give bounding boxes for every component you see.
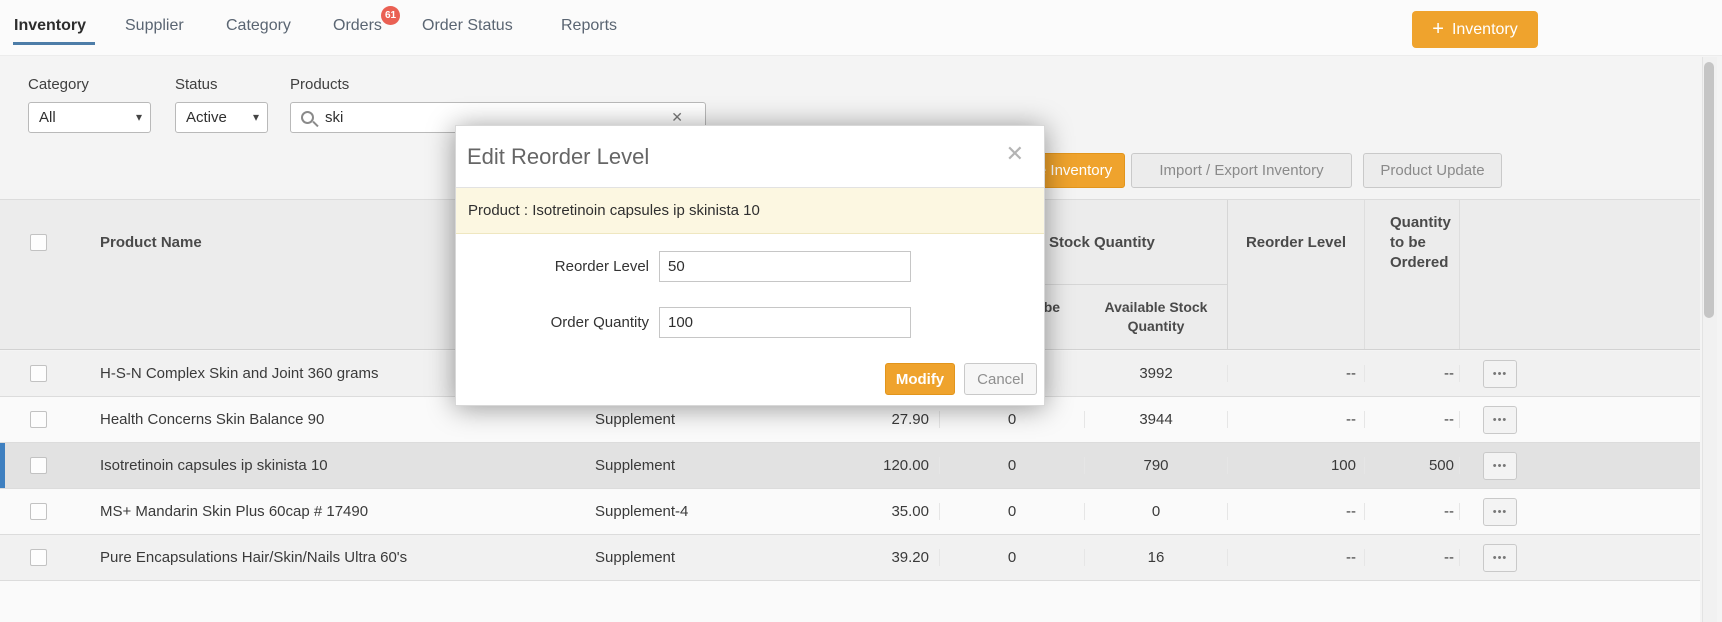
cell-reorder-level: -- [1228,365,1365,382]
cell-reorder-level: -- [1228,549,1365,566]
row-actions-button[interactable]: ••• [1483,405,1517,434]
actions-cell: ••• [1460,359,1540,388]
cell-category: Supplement [595,549,676,566]
cell-qty-to-be-delivered: 0 [940,457,1085,474]
chevron-down-icon: ▾ [252,110,259,124]
checkbox-cell [0,549,85,566]
cell-price: 27.90 [800,411,940,428]
edit-reorder-level-modal: Edit Reorder Level ✕ Product : Isotretin… [455,125,1045,406]
cell-price: 120.00 [800,457,940,474]
cell-price: 35.00 [800,503,940,520]
header-quantity-to-be-ordered: Quantity to be Ordered [1365,200,1460,285]
cell-product-name: Isotretinoin capsules ip skinista 10 [100,457,328,474]
active-tab-underline [13,42,95,45]
cell-qty-to-be-ordered: 500 [1365,457,1460,474]
order-quantity-label: Order Quantity [550,314,649,331]
subheader-available-stock: Available Stock Quantity [1085,285,1228,349]
nav-tab-order-status[interactable]: Order Status [422,17,513,35]
cell-category: Supplement-4 [595,503,689,520]
import-export-inventory-button[interactable]: Import / Export Inventory [1131,153,1352,188]
cell-available-stock: 16 [1085,549,1228,566]
cell-price: 39.20 [800,549,940,566]
order-quantity-input[interactable] [659,307,911,338]
cell-qty-to-be-delivered: 0 [940,549,1085,566]
cell-available-stock: 3992 [1085,365,1228,382]
status-filter-label: Status [175,76,218,93]
row-actions-button[interactable]: ••• [1483,543,1517,572]
table-row-selected[interactable]: Isotretinoin capsules ip skinista 10 Sup… [0,443,1700,489]
cell-available-stock: 0 [1085,503,1228,520]
checkbox-cell [0,503,85,520]
clear-search-icon[interactable]: ✕ [671,109,683,126]
checkbox-cell [0,365,85,382]
table-row[interactable]: Pure Encapsulations Hair/Skin/Nails Ultr… [0,535,1700,581]
add-inventory-label: Inventory [1451,20,1518,38]
nav-tab-reports[interactable]: Reports [561,17,617,35]
cell-qty-to-be-ordered: -- [1365,365,1460,382]
add-inventory-button[interactable]: + Inventory [1412,11,1538,48]
reorder-level-label: Reorder Level [554,258,649,275]
cell-reorder-level: -- [1228,503,1365,520]
reorder-level-input[interactable] [659,251,911,282]
chevron-down-icon: ▾ [135,110,142,124]
cell-qty-to-be-ordered: -- [1365,549,1460,566]
modal-header: Edit Reorder Level ✕ [456,126,1044,188]
modal-title: Edit Reorder Level [467,144,650,169]
row-checkbox[interactable] [30,457,47,474]
cell-category: Supplement [595,457,676,474]
status-select-value: Active [186,109,227,126]
header-actions-cell [1460,200,1540,285]
plus-icon: + [1432,18,1444,40]
orders-count-badge: 61 [381,6,400,25]
nav-tab-supplier[interactable]: Supplier [125,17,184,35]
cell-qty-to-be-delivered: 0 [940,411,1085,428]
header-reorder-level: Reorder Level [1228,200,1365,285]
checkbox-cell [0,411,85,428]
cell-qty-to-be-ordered: -- [1365,503,1460,520]
products-filter-label: Products [290,76,350,93]
cell-qty-to-be-ordered: -- [1365,411,1460,428]
cell-category: Supplement [595,411,676,428]
category-filter-label: Category [28,76,89,93]
cell-product-name: MS+ Mandarin Skin Plus 60cap # 17490 [100,503,369,520]
cell-reorder-level: 100 [1228,457,1365,474]
selected-row-indicator [0,443,5,488]
close-icon[interactable]: ✕ [1006,143,1024,165]
table-row[interactable]: MS+ Mandarin Skin Plus 60cap # 17490 Sup… [0,489,1700,535]
cancel-button[interactable]: Cancel [964,363,1037,395]
actions-cell: ••• [1460,543,1540,572]
cell-qty-to-be-delivered: 0 [940,503,1085,520]
cell-available-stock: 3944 [1085,411,1228,428]
row-actions-button[interactable]: ••• [1483,359,1517,388]
actions-cell: ••• [1460,451,1540,480]
actions-cell: ••• [1460,405,1540,434]
cell-product-name: Pure Encapsulations Hair/Skin/Nails Ultr… [100,549,408,566]
category-select-value: All [39,109,56,126]
cell-reorder-level: -- [1228,411,1365,428]
select-all-checkbox[interactable] [30,234,47,251]
nav-tab-orders[interactable]: Orders [333,17,382,35]
status-select[interactable]: Active ▾ [175,102,268,133]
checkbox-cell [0,457,85,474]
cell-product-name: Health Concerns Skin Balance 90 [100,411,325,428]
row-actions-button[interactable]: ••• [1483,451,1517,480]
nav-tab-inventory[interactable]: Inventory [14,17,86,35]
modal-product-banner: Product : Isotretinoin capsules ip skini… [456,188,1044,234]
row-checkbox[interactable] [30,411,47,428]
actions-cell: ••• [1460,497,1540,526]
modify-button[interactable]: Modify [885,363,955,395]
cell-available-stock: 790 [1085,457,1228,474]
category-select[interactable]: All ▾ [28,102,151,133]
row-actions-button[interactable]: ••• [1483,497,1517,526]
vertical-scrollbar-thumb[interactable] [1704,62,1714,318]
row-checkbox[interactable] [30,549,47,566]
product-update-button[interactable]: Product Update [1363,153,1502,188]
next-row-partial [0,581,1700,622]
top-navigation: Inventory Supplier Category Orders 61 Or… [0,0,1722,56]
row-checkbox[interactable] [30,365,47,382]
row-checkbox[interactable] [30,503,47,520]
header-checkbox-cell [0,200,85,285]
nav-tab-category[interactable]: Category [226,17,291,35]
